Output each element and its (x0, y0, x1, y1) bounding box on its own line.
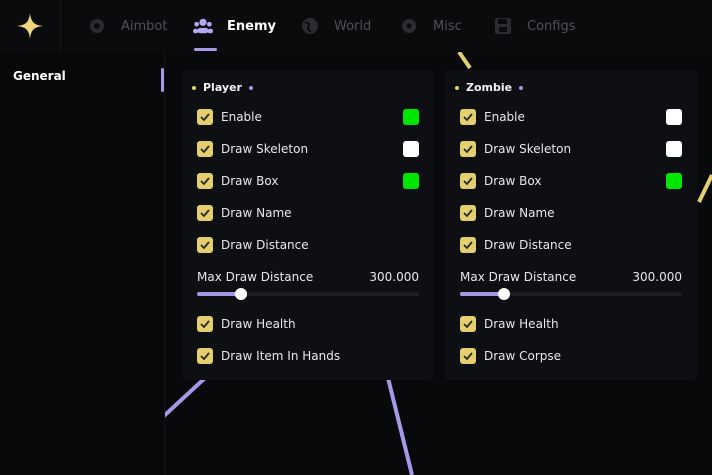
checkbox-label: Draw Item In Hands (221, 349, 341, 363)
tab-enemy[interactable]: Enemy (193, 0, 276, 52)
globe-icon (300, 16, 320, 36)
player-max-distance-value: 300.000 (369, 270, 419, 284)
zombie-draw-health-checkbox[interactable]: Draw Health (460, 316, 559, 332)
zombie-draw-distance-checkbox[interactable]: Draw Distance (460, 237, 572, 253)
slider-handle[interactable] (498, 288, 511, 300)
player-title: Player (203, 81, 242, 94)
check-icon (197, 109, 213, 125)
zombie-max-distance-slider[interactable] (460, 288, 682, 300)
sidebar-item-general[interactable]: General (13, 69, 66, 83)
player-enable-color-swatch[interactable] (403, 109, 419, 125)
slider-handle[interactable] (235, 288, 248, 300)
checkbox-label: Draw Distance (484, 238, 572, 252)
checkbox-label: Draw Box (221, 174, 279, 188)
zombie-draw-name-checkbox[interactable]: Draw Name (460, 205, 555, 221)
checkbox-label: Enable (221, 110, 262, 124)
player-draw-box-checkbox[interactable]: Draw Box (197, 173, 278, 189)
player-skeleton-color-swatch[interactable] (403, 141, 419, 157)
check-icon (197, 173, 213, 189)
zombie-enable-checkbox[interactable]: Enable (460, 109, 525, 125)
zombie-enable-color-swatch[interactable] (666, 109, 682, 125)
tab-aimbot[interactable]: Aimbot (87, 0, 167, 52)
player-draw-skeleton-checkbox[interactable]: Draw Skeleton (197, 141, 308, 157)
zombie-draw-skeleton-checkbox[interactable]: Draw Skeleton (460, 141, 571, 157)
player-box-color-swatch[interactable] (403, 173, 419, 189)
check-icon (197, 237, 213, 253)
dot-icon (455, 85, 459, 90)
zombie-max-distance-label: Max Draw Distance (460, 270, 577, 284)
check-icon (197, 141, 213, 157)
zombie-skeleton-color-swatch[interactable] (666, 141, 682, 157)
zombie-draw-corpse-checkbox[interactable]: Draw Corpse (460, 348, 561, 364)
player-max-distance-label: Max Draw Distance (197, 270, 314, 284)
check-icon (460, 348, 476, 364)
player-panel: Player Enable Draw Skeleton Draw Box Dra… (182, 70, 434, 380)
check-icon (460, 316, 476, 332)
dot-icon (248, 85, 253, 90)
sidebar: General (0, 52, 165, 475)
checkbox-label: Draw Skeleton (221, 142, 309, 156)
check-icon (460, 205, 476, 221)
check-icon (460, 237, 476, 253)
checkbox-label: Draw Name (221, 206, 292, 220)
check-icon (197, 205, 213, 221)
check-icon (460, 173, 476, 189)
logo (0, 0, 61, 52)
sparkle-logo-icon (17, 13, 43, 39)
player-draw-health-checkbox[interactable]: Draw Health (197, 316, 296, 332)
zombie-panel: Zombie Enable Draw Skeleton Draw Box Dra… (445, 70, 697, 380)
checkbox-label: Draw Name (484, 206, 555, 220)
player-draw-item-in-hands-checkbox[interactable]: Draw Item In Hands (197, 348, 340, 364)
checkbox-label: Draw Health (221, 317, 296, 331)
active-tab-indicator (194, 48, 217, 51)
users-icon (193, 16, 213, 36)
player-enable-checkbox[interactable]: Enable (197, 109, 262, 125)
check-icon (460, 109, 476, 125)
check-icon (460, 141, 476, 157)
zombie-max-distance-value: 300.000 (632, 270, 682, 284)
check-icon (197, 316, 213, 332)
panel-title: Zombie (455, 81, 524, 94)
checkbox-label: Draw Skeleton (484, 142, 572, 156)
gear-icon (87, 16, 107, 36)
player-draw-name-checkbox[interactable]: Draw Name (197, 205, 292, 221)
save-icon (493, 16, 513, 36)
tab-world[interactable]: World (300, 0, 371, 52)
checkbox-label: Draw Corpse (484, 349, 562, 363)
cog-icon (399, 16, 419, 36)
checkbox-label: Draw Distance (221, 238, 309, 252)
tab-label: Misc (433, 18, 462, 34)
tab-label: Configs (527, 18, 576, 34)
player-draw-distance-checkbox[interactable]: Draw Distance (197, 237, 309, 253)
zombie-title: Zombie (466, 81, 513, 94)
tab-label: Enemy (227, 18, 276, 34)
checkbox-label: Draw Box (484, 174, 542, 188)
tab-misc[interactable]: Misc (399, 0, 462, 52)
zombie-box-color-swatch[interactable] (666, 173, 682, 189)
checkbox-label: Draw Health (484, 317, 559, 331)
panel-title: Player (192, 81, 253, 94)
check-icon (197, 348, 213, 364)
player-max-distance-slider[interactable] (197, 288, 419, 300)
dot-icon (192, 85, 196, 90)
zombie-draw-box-checkbox[interactable]: Draw Box (460, 173, 541, 189)
tab-label: Aimbot (121, 18, 168, 34)
sidebar-active-marker (161, 68, 164, 92)
top-bar: Aimbot Enemy World Misc Configs (0, 0, 712, 52)
tab-configs[interactable]: Configs (493, 0, 575, 52)
tab-label: World (334, 18, 372, 34)
checkbox-label: Enable (484, 110, 525, 124)
dot-icon (519, 85, 524, 90)
